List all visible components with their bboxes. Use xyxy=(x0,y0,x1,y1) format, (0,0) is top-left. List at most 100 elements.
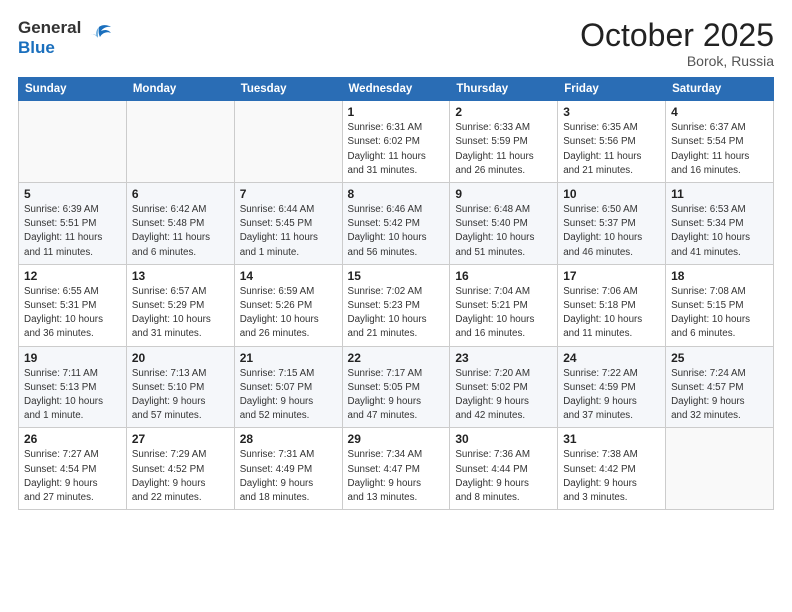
day-number: 1 xyxy=(348,105,445,119)
calendar-cell: 23 Sunrise: 7:20 AM Sunset: 5:02 PM Dayli… xyxy=(450,346,558,428)
day-number: 27 xyxy=(132,432,229,446)
day-info: Sunrise: 7:34 AM Sunset: 4:47 PM Dayligh… xyxy=(348,448,445,505)
day-info: Sunrise: 7:02 AM Sunset: 5:23 PM Dayligh… xyxy=(348,285,445,342)
page: General Blue October 2025 Borok, Russia … xyxy=(0,0,792,612)
calendar-cell: 4 Sunrise: 6:37 AM Sunset: 5:54 PM Daylig… xyxy=(666,101,774,183)
day-number: 19 xyxy=(24,351,121,365)
month-title: October 2025 xyxy=(580,18,774,53)
day-info: Sunrise: 7:31 AM Sunset: 4:49 PM Dayligh… xyxy=(240,448,337,505)
day-info: Sunrise: 6:44 AM Sunset: 5:45 PM Dayligh… xyxy=(240,203,337,260)
calendar-header-row: SundayMondayTuesdayWednesdayThursdayFrid… xyxy=(19,78,774,101)
calendar-cell: 7 Sunrise: 6:44 AM Sunset: 5:45 PM Daylig… xyxy=(234,183,342,265)
header: General Blue October 2025 Borok, Russia xyxy=(18,18,774,69)
calendar-week-row: 19 Sunrise: 7:11 AM Sunset: 5:13 PM Dayli… xyxy=(19,346,774,428)
calendar-cell: 1Sunrise: 6:31 AM Sunset: 6:02 PM Daylig… xyxy=(342,101,450,183)
day-number: 14 xyxy=(240,269,337,283)
day-info: Sunrise: 7:06 AM Sunset: 5:18 PM Dayligh… xyxy=(563,285,660,342)
day-info: Sunrise: 7:15 AM Sunset: 5:07 PM Dayligh… xyxy=(240,367,337,424)
logo-bird-icon xyxy=(85,21,113,49)
day-number: 28 xyxy=(240,432,337,446)
calendar-cell: 24Sunrise: 7:22 AM Sunset: 4:59 PM Dayli… xyxy=(558,346,666,428)
day-number: 13 xyxy=(132,269,229,283)
day-info: Sunrise: 7:17 AM Sunset: 5:05 PM Dayligh… xyxy=(348,367,445,424)
day-number: 3 xyxy=(563,105,660,119)
col-header-monday: Monday xyxy=(126,78,234,101)
day-info: Sunrise: 6:39 AM Sunset: 5:51 PM Dayligh… xyxy=(24,203,121,260)
day-number: 7 xyxy=(240,187,337,201)
col-header-friday: Friday xyxy=(558,78,666,101)
calendar-cell: 17 Sunrise: 7:06 AM Sunset: 5:18 PM Dayli… xyxy=(558,264,666,346)
calendar-cell: 31Sunrise: 7:38 AM Sunset: 4:42 PM Dayli… xyxy=(558,428,666,510)
day-number: 20 xyxy=(132,351,229,365)
day-info: Sunrise: 6:42 AM Sunset: 5:48 PM Dayligh… xyxy=(132,203,229,260)
day-number: 23 xyxy=(455,351,552,365)
day-info: Sunrise: 7:27 AM Sunset: 4:54 PM Dayligh… xyxy=(24,448,121,505)
calendar-cell: 30 Sunrise: 7:36 AM Sunset: 4:44 PM Dayli… xyxy=(450,428,558,510)
col-header-thursday: Thursday xyxy=(450,78,558,101)
calendar-cell xyxy=(19,101,127,183)
day-number: 22 xyxy=(348,351,445,365)
col-header-wednesday: Wednesday xyxy=(342,78,450,101)
calendar-cell xyxy=(126,101,234,183)
col-header-saturday: Saturday xyxy=(666,78,774,101)
calendar-cell: 10 Sunrise: 6:50 AM Sunset: 5:37 PM Dayli… xyxy=(558,183,666,265)
calendar-cell: 9 Sunrise: 6:48 AM Sunset: 5:40 PM Daylig… xyxy=(450,183,558,265)
location: Borok, Russia xyxy=(580,53,774,69)
calendar-cell: 13Sunrise: 6:57 AM Sunset: 5:29 PM Dayli… xyxy=(126,264,234,346)
day-info: Sunrise: 7:13 AM Sunset: 5:10 PM Dayligh… xyxy=(132,367,229,424)
day-info: Sunrise: 6:46 AM Sunset: 5:42 PM Dayligh… xyxy=(348,203,445,260)
day-info: Sunrise: 6:48 AM Sunset: 5:40 PM Dayligh… xyxy=(455,203,552,260)
calendar-cell: 28 Sunrise: 7:31 AM Sunset: 4:49 PM Dayli… xyxy=(234,428,342,510)
day-info: Sunrise: 7:38 AM Sunset: 4:42 PM Dayligh… xyxy=(563,448,660,505)
day-number: 6 xyxy=(132,187,229,201)
day-info: Sunrise: 6:33 AM Sunset: 5:59 PM Dayligh… xyxy=(455,121,552,178)
day-number: 10 xyxy=(563,187,660,201)
col-header-sunday: Sunday xyxy=(19,78,127,101)
day-info: Sunrise: 7:36 AM Sunset: 4:44 PM Dayligh… xyxy=(455,448,552,505)
calendar-cell xyxy=(234,101,342,183)
day-number: 30 xyxy=(455,432,552,446)
day-info: Sunrise: 7:08 AM Sunset: 5:15 PM Dayligh… xyxy=(671,285,768,342)
calendar-cell: 27 Sunrise: 7:29 AM Sunset: 4:52 PM Dayli… xyxy=(126,428,234,510)
day-number: 4 xyxy=(671,105,768,119)
day-info: Sunrise: 6:55 AM Sunset: 5:31 PM Dayligh… xyxy=(24,285,121,342)
logo-blue: Blue xyxy=(18,38,55,57)
day-info: Sunrise: 6:53 AM Sunset: 5:34 PM Dayligh… xyxy=(671,203,768,260)
day-number: 21 xyxy=(240,351,337,365)
day-info: Sunrise: 6:59 AM Sunset: 5:26 PM Dayligh… xyxy=(240,285,337,342)
calendar-cell: 2Sunrise: 6:33 AM Sunset: 5:59 PM Daylig… xyxy=(450,101,558,183)
day-info: Sunrise: 7:29 AM Sunset: 4:52 PM Dayligh… xyxy=(132,448,229,505)
day-info: Sunrise: 6:37 AM Sunset: 5:54 PM Dayligh… xyxy=(671,121,768,178)
calendar-cell: 20 Sunrise: 7:13 AM Sunset: 5:10 PM Dayli… xyxy=(126,346,234,428)
calendar-cell: 14 Sunrise: 6:59 AM Sunset: 5:26 PM Dayli… xyxy=(234,264,342,346)
day-info: Sunrise: 7:20 AM Sunset: 5:02 PM Dayligh… xyxy=(455,367,552,424)
day-number: 9 xyxy=(455,187,552,201)
calendar-week-row: 5 Sunrise: 6:39 AM Sunset: 5:51 PM Daylig… xyxy=(19,183,774,265)
calendar-cell: 11 Sunrise: 6:53 AM Sunset: 5:34 PM Dayli… xyxy=(666,183,774,265)
calendar-cell: 21 Sunrise: 7:15 AM Sunset: 5:07 PM Dayli… xyxy=(234,346,342,428)
calendar-cell: 3 Sunrise: 6:35 AM Sunset: 5:56 PM Daylig… xyxy=(558,101,666,183)
day-number: 18 xyxy=(671,269,768,283)
calendar-cell: 29Sunrise: 7:34 AM Sunset: 4:47 PM Dayli… xyxy=(342,428,450,510)
calendar-cell: 22 Sunrise: 7:17 AM Sunset: 5:05 PM Dayli… xyxy=(342,346,450,428)
day-info: Sunrise: 7:24 AM Sunset: 4:57 PM Dayligh… xyxy=(671,367,768,424)
calendar-cell: 19 Sunrise: 7:11 AM Sunset: 5:13 PM Dayli… xyxy=(19,346,127,428)
day-number: 5 xyxy=(24,187,121,201)
day-number: 25 xyxy=(671,351,768,365)
day-number: 11 xyxy=(671,187,768,201)
day-info: Sunrise: 6:35 AM Sunset: 5:56 PM Dayligh… xyxy=(563,121,660,178)
calendar-cell: 26 Sunrise: 7:27 AM Sunset: 4:54 PM Dayli… xyxy=(19,428,127,510)
calendar-table: SundayMondayTuesdayWednesdayThursdayFrid… xyxy=(18,77,774,510)
calendar-cell: 8Sunrise: 6:46 AM Sunset: 5:42 PM Daylig… xyxy=(342,183,450,265)
title-block: October 2025 Borok, Russia xyxy=(580,18,774,69)
day-number: 12 xyxy=(24,269,121,283)
day-number: 26 xyxy=(24,432,121,446)
day-number: 17 xyxy=(563,269,660,283)
day-info: Sunrise: 7:11 AM Sunset: 5:13 PM Dayligh… xyxy=(24,367,121,424)
calendar-week-row: 1Sunrise: 6:31 AM Sunset: 6:02 PM Daylig… xyxy=(19,101,774,183)
day-number: 16 xyxy=(455,269,552,283)
day-info: Sunrise: 6:50 AM Sunset: 5:37 PM Dayligh… xyxy=(563,203,660,260)
calendar-cell: 6 Sunrise: 6:42 AM Sunset: 5:48 PM Daylig… xyxy=(126,183,234,265)
day-number: 15 xyxy=(348,269,445,283)
calendar-cell: 25 Sunrise: 7:24 AM Sunset: 4:57 PM Dayli… xyxy=(666,346,774,428)
